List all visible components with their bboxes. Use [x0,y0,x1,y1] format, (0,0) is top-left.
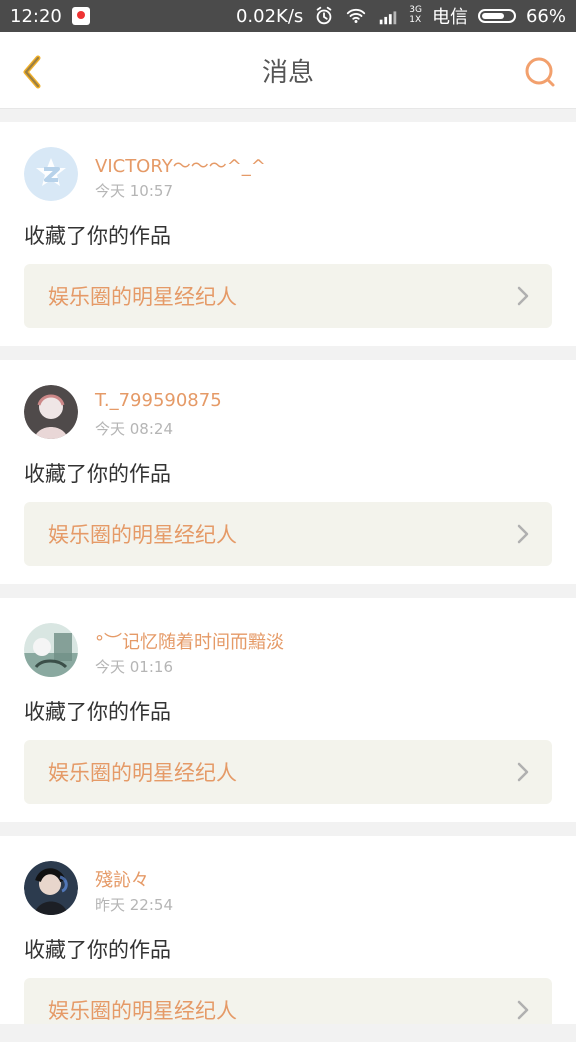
work-title: 娱乐圈的明星经纪人 [48,999,237,1023]
message-card: 殘訫々 昨天 22:54 收藏了你的作品 娱乐圈的明星经纪人 [0,836,576,1024]
user-photo-icon [24,385,78,439]
battery-percent: 66% [525,5,566,27]
action-text: 收藏了你的作品 [24,700,171,724]
signal-icon [380,11,397,25]
chevron-right-icon [517,1000,529,1020]
avatar[interactable] [24,861,78,915]
carrier-label: 电信 [431,7,468,28]
network-type-bottom: 1X [409,15,422,25]
user-photo-icon [24,623,78,677]
action-text: 收藏了你的作品 [24,462,171,486]
wifi-icon [347,8,366,23]
username[interactable]: T._799590875 [95,390,222,411]
top-app-bar: 消息 [0,32,576,109]
search-icon [525,57,555,87]
work-link[interactable]: 娱乐圈的明星经纪人 [24,740,552,804]
avatar[interactable] [24,623,78,677]
user-photo-icon [24,861,78,915]
action-text: 收藏了你的作品 [24,938,171,962]
username[interactable]: °︶记忆随着时间而黯淡 [95,628,284,654]
username[interactable]: VICTORY～～～^_^ [95,152,266,178]
message-time: 昨天 22:54 [95,896,173,914]
message-card: T._799590875 今天 08:24 收藏了你的作品 娱乐圈的明星经纪人 [0,360,576,584]
message-time: 今天 10:57 [95,182,173,200]
work-link[interactable]: 娱乐圈的明星经纪人 [24,978,552,1024]
message-time: 今天 08:24 [95,420,173,438]
search-button[interactable] [522,54,558,90]
work-title: 娱乐圈的明星经纪人 [48,761,237,785]
network-type-top: 3G [409,5,422,15]
page-title: 消息 [261,57,314,88]
chevron-right-icon [517,762,529,782]
message-card: °︶记忆随着时间而黯淡 今天 01:16 收藏了你的作品 娱乐圈的明星经纪人 [0,598,576,822]
message-card: VICTORY～～～^_^ 今天 10:57 收藏了你的作品 娱乐圈的明星经纪人 [0,122,576,346]
battery-level [481,13,505,19]
username[interactable]: 殘訫々 [95,866,149,892]
status-time: 12:20 [10,5,62,27]
work-title: 娱乐圈的明星经纪人 [48,285,237,309]
chevron-right-icon [517,286,529,306]
message-time: 今天 01:16 [95,658,173,676]
chevron-right-icon [517,524,529,544]
avatar[interactable] [24,385,78,439]
status-right: 0.02K/s 3G 1X 电信 66% [236,0,566,32]
work-link[interactable]: 娱乐圈的明星经纪人 [24,502,552,566]
network-speed: 0.02K/s [235,5,304,27]
status-left: 12:20 [10,0,90,32]
status-bar: 12:20 0.02K/s 3G 1X 电信 66% [0,0,576,32]
qq-default-avatar-icon [24,147,78,201]
work-title: 娱乐圈的明星经纪人 [48,523,237,547]
work-link[interactable]: 娱乐圈的明星经纪人 [24,264,552,328]
network-type: 3G 1X [409,5,422,25]
battery-icon [477,9,516,23]
messages-list: VICTORY～～～^_^ 今天 10:57 收藏了你的作品 娱乐圈的明星经纪人… [0,108,576,1024]
avatar[interactable] [24,147,78,201]
action-text: 收藏了你的作品 [24,224,171,248]
alarm-icon [316,6,332,25]
notification-app-icon [71,7,90,25]
